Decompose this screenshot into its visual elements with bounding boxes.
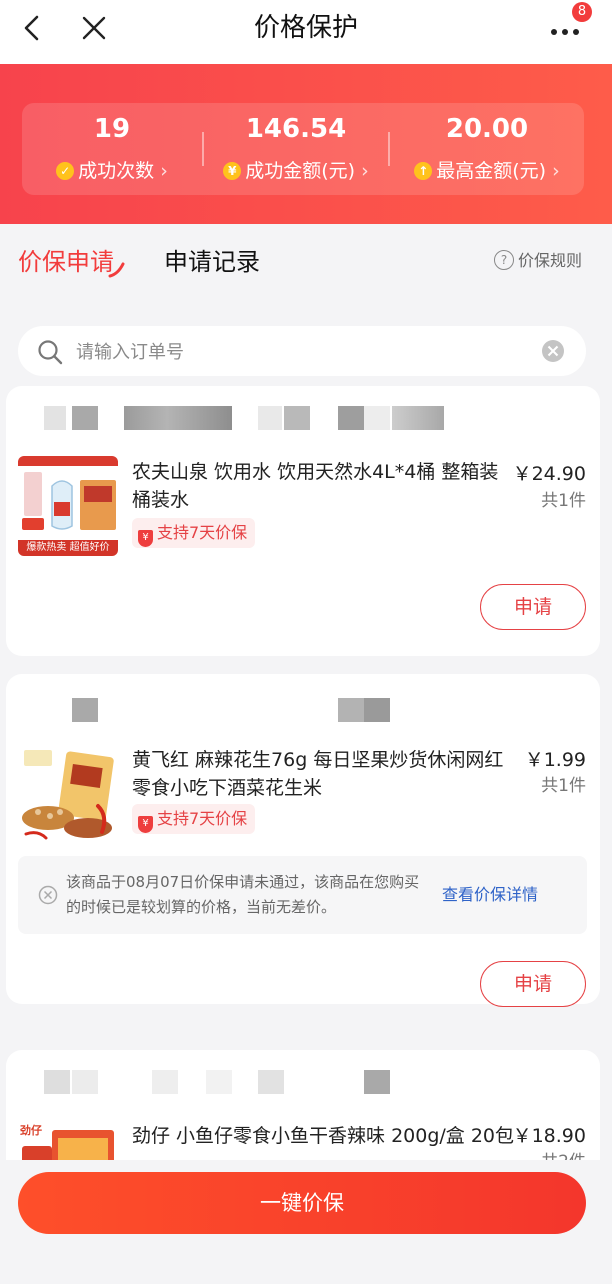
- stat-value: 20.00: [445, 114, 529, 144]
- blurred-shop-info: [258, 406, 282, 430]
- notice-text: 该商品于08月07日价保申请未通过，该商品在您购买的时候已是较划算的价格，当前无…: [66, 873, 420, 916]
- blurred-shop-info: [44, 1070, 70, 1094]
- stat-success-amount[interactable]: 146.54 ¥ 成功金额(元) ›: [204, 103, 388, 195]
- stat-label: 成功次数: [78, 160, 155, 182]
- tag-label: 支持7天价保: [157, 523, 248, 542]
- product-price: ￥1.99: [524, 749, 586, 771]
- chevron-right-icon: ›: [361, 160, 369, 182]
- question-circle-icon: ?: [494, 250, 514, 270]
- one-click-price-protection-button[interactable]: 一键价保: [18, 1172, 586, 1234]
- price-protection-tag: ¥ 支持7天价保: [132, 804, 256, 834]
- blurred-shop-info: [364, 406, 390, 430]
- order-card: 爆款热卖 超值好价 农夫山泉 饮用水 饮用天然水4L*4桶 整箱装 桶装水 ￥2…: [6, 386, 600, 656]
- page-title: 价格保护: [253, 13, 358, 43]
- price-protection-rules-link[interactable]: ? 价保规则: [494, 248, 582, 274]
- thumbnail-caption: 劲仔: [20, 1124, 42, 1137]
- order-number-search-input[interactable]: [74, 334, 528, 370]
- product-price: ￥18.90: [512, 1125, 586, 1147]
- blurred-shop-info: [72, 406, 98, 430]
- product-quantity: 共1件: [541, 776, 586, 796]
- tag-label: 支持7天价保: [157, 809, 248, 828]
- tab-price-protection-apply[interactable]: 价保申请: [18, 244, 114, 280]
- product-price: ￥24.90: [512, 463, 586, 485]
- stat-value: 146.54: [245, 114, 347, 144]
- arrow-up-coin-icon: ↑: [414, 162, 433, 180]
- stat-value: 19: [93, 114, 131, 144]
- product-title[interactable]: 黄飞红 麻辣花生76g 每日坚果炒货休闲网红零食小吃下酒菜花生米: [132, 746, 518, 802]
- blurred-shop-info: [206, 1070, 232, 1094]
- blurred-shop-info: [72, 698, 98, 722]
- blurred-shop-info: [152, 1070, 178, 1094]
- blurred-shop-info: [258, 1070, 284, 1094]
- price-protection-tag: ¥ 支持7天价保: [132, 518, 256, 548]
- yuan-coin-icon: ¥: [223, 162, 242, 180]
- notification-badge: 8: [572, 2, 592, 22]
- rejection-notice: 该商品于08月07日价保申请未通过，该商品在您购买的时候已是较划算的价格，当前无…: [18, 856, 587, 934]
- stat-label: 成功金额(元): [245, 160, 356, 182]
- product-thumbnail[interactable]: 爆款热卖 超值好价: [18, 456, 118, 556]
- rules-label: 价保规则: [518, 251, 583, 270]
- blurred-shop-info: [124, 406, 232, 430]
- close-circle-icon: [38, 885, 58, 905]
- blurred-shop-info: [392, 406, 444, 430]
- blurred-shop-info: [338, 698, 364, 722]
- check-coin-icon: ✓: [56, 162, 75, 180]
- thumbnail-caption: 爆款热卖 超值好价: [26, 542, 110, 553]
- order-card: 黄飞红 麻辣花生76g 每日坚果炒货休闲网红零食小吃下酒菜花生米 ￥1.99 共…: [6, 674, 600, 1007]
- apply-button[interactable]: 申请: [480, 961, 586, 1007]
- blurred-shop-info: [284, 406, 310, 430]
- clear-search-icon[interactable]: [541, 339, 565, 363]
- chevron-right-icon: ›: [160, 160, 168, 182]
- blurred-shop-info: [72, 1070, 98, 1094]
- apply-button[interactable]: 申请: [480, 584, 586, 630]
- shield-icon: ¥: [138, 816, 153, 833]
- shield-icon: ¥: [138, 530, 153, 547]
- blurred-shop-info: [44, 406, 66, 430]
- product-thumbnail[interactable]: [18, 746, 118, 846]
- stat-success-count[interactable]: 19 ✓ 成功次数 ›: [22, 103, 202, 195]
- tab-application-records[interactable]: 申请记录: [164, 244, 260, 280]
- product-title[interactable]: 农夫山泉 饮用水 饮用天然水4L*4桶 整箱装 桶装水: [132, 458, 518, 514]
- blurred-shop-info: [338, 406, 364, 430]
- view-price-protection-details-link[interactable]: 查看价保详情: [442, 882, 538, 908]
- blurred-shop-info: [364, 1070, 390, 1094]
- search-icon: [36, 338, 64, 366]
- product-quantity: 共1件: [541, 491, 586, 511]
- blurred-shop-info: [364, 698, 390, 722]
- active-tab-indicator: [108, 262, 128, 278]
- stat-label: 最高金额(元): [436, 160, 547, 182]
- stat-highest-amount[interactable]: 20.00 ↑ 最高金额(元) ›: [390, 103, 584, 195]
- product-title[interactable]: 劲仔 小鱼仔零食小鱼干香辣味 200g/盒 20包: [132, 1122, 518, 1150]
- chevron-right-icon: ›: [552, 160, 560, 182]
